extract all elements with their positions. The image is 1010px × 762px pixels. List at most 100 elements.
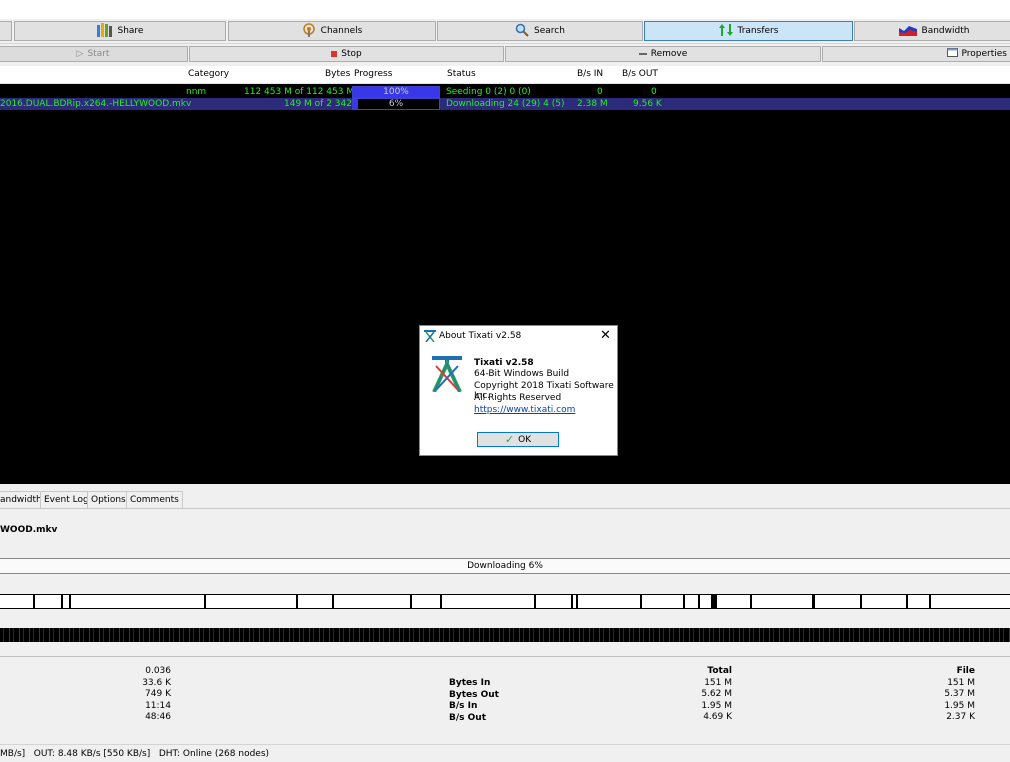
tixati-small-icon: [424, 330, 436, 345]
transfer-detail-panel: WOOD.mkv Downloading 6% 0.036 33.6 K 749…: [0, 508, 1010, 744]
stat-value: 0.036: [145, 666, 171, 676]
nav-search-button[interactable]: Search: [437, 21, 643, 41]
status-text: MB/s] OUT: 8.48 KB/s [550 KB/s] DHT: Onl…: [0, 749, 270, 759]
nav-share-button[interactable]: Share: [14, 21, 226, 41]
dialog-title: About Tixati v2.58: [439, 331, 522, 341]
transfer-action-bar: ▷ Start Stop Remove Properties: [0, 44, 1010, 64]
stat-value: 33.6 K: [142, 677, 171, 688]
divider: [0, 656, 1010, 657]
nav-bandwidth-label: Bandwidth: [921, 26, 970, 36]
download-progress-bar: Downloading 6%: [0, 558, 1010, 574]
status-bar: MB/s] OUT: 8.48 KB/s [550 KB/s] DHT: Onl…: [0, 744, 1010, 762]
tab-event-log[interactable]: Event Log: [40, 491, 93, 508]
nav-share-label: Share: [117, 26, 144, 36]
file-value: 2.37 K: [946, 712, 975, 723]
nav-transfers-button[interactable]: Transfers: [644, 21, 853, 41]
about-build: 64-Bit Windows Build: [474, 369, 570, 379]
nav-button-partial[interactable]: [0, 21, 12, 41]
start-label: Start: [87, 49, 110, 59]
dialog-title-bar: About Tixati v2.58 ✕: [420, 326, 617, 346]
properties-icon: [946, 48, 958, 60]
total-value: 4.69 K: [703, 712, 732, 723]
close-icon[interactable]: ✕: [600, 328, 611, 343]
tab-options[interactable]: Options: [87, 491, 130, 508]
ok-label: OK: [518, 434, 532, 445]
stat-label-bs-out: B/s Out: [449, 712, 486, 723]
stat-value: 11:14: [145, 700, 171, 711]
tab-bandwidth[interactable]: andwidth: [0, 491, 46, 508]
stat-label-bytes-out: Bytes Out: [449, 689, 499, 700]
nav-bandwidth-button[interactable]: Bandwidth: [854, 21, 1010, 41]
row-name: 2016.DUAL.BDRip.x264.-HELLYWOOD.mkv: [0, 99, 192, 109]
play-icon: ▷: [76, 49, 84, 59]
piece-map: [0, 594, 1010, 609]
piece-map-graphic: [33, 595, 931, 608]
stat-label-bs-in: B/s In: [449, 701, 478, 712]
file-value: 151 M: [947, 677, 975, 688]
remove-label: Remove: [650, 49, 688, 59]
file-column: File 151 M 5.37 M 1.95 M 2.37 K: [880, 666, 975, 724]
row-progress-bar: 100%: [352, 86, 440, 98]
row-bs-out: 0: [651, 87, 657, 97]
start-button[interactable]: ▷ Start: [0, 46, 188, 62]
tab-comments[interactable]: Comments: [126, 491, 183, 508]
download-progress-text: Downloading 6%: [467, 561, 543, 571]
total-column: Total 151 M 5.62 M 1.95 M 4.69 K: [620, 666, 732, 724]
transfers-table-header: Category Bytes Progress Status B/s IN B/…: [0, 66, 1010, 84]
col-status[interactable]: Status: [447, 69, 476, 79]
stat-labels: Bytes In Bytes Out B/s In B/s Out: [449, 678, 499, 724]
table-row[interactable]: nnm 112 453 M of 112 453 M 100% Seeding …: [0, 86, 1010, 98]
row-category: nnm: [186, 87, 207, 97]
tixati-logo-icon: [430, 356, 464, 395]
detail-tabs: andwidth Event Log Options Comments: [0, 491, 1010, 508]
nav-channels-button[interactable]: Channels: [228, 21, 436, 41]
left-stats: 0.036 33.6 K 749 K 11:14 48:46: [0, 666, 171, 724]
col-bs-in[interactable]: B/s IN: [577, 69, 603, 79]
about-product: Tixati v2.58: [474, 358, 534, 368]
properties-button[interactable]: Properties: [822, 46, 1010, 62]
stop-label: Stop: [341, 49, 362, 59]
properties-label: Properties: [961, 49, 1007, 59]
row-bs-in: 0: [597, 87, 603, 97]
total-value: 151 M: [704, 677, 732, 688]
about-url-link[interactable]: https://www.tixati.com: [474, 405, 575, 415]
col-bs-out[interactable]: B/s OUT: [622, 69, 658, 79]
file-value: 5.37 M: [944, 689, 975, 700]
stat-value: 749 K: [145, 689, 171, 700]
window-title-strip: [0, 0, 1010, 19]
total-value: 5.62 M: [701, 689, 732, 700]
transfer-arrows-icon: [718, 23, 733, 40]
about-rights: All Rights Reserved: [474, 393, 562, 403]
nav-channels-label: Channels: [320, 26, 363, 36]
stop-button[interactable]: Stop: [189, 46, 504, 62]
row-bs-out: 9.56 K: [633, 99, 662, 109]
stat-value: 48:46: [145, 712, 171, 723]
minus-icon: [638, 53, 647, 55]
books-icon: [96, 22, 113, 40]
ok-button[interactable]: ✓ OK: [477, 432, 559, 447]
total-value: 1.95 M: [701, 700, 732, 711]
progress-percent: 6%: [388, 99, 404, 109]
availability-map: [0, 628, 1010, 642]
progress-percent: 100%: [383, 87, 409, 97]
col-bytes[interactable]: Bytes: [325, 69, 350, 79]
bandwidth-graph-icon: [898, 24, 917, 39]
file-header: File: [956, 666, 975, 676]
table-row-selected[interactable]: 2016.DUAL.BDRip.x264.-HELLYWOOD.mkv 149 …: [0, 98, 1010, 110]
nav-search-label: Search: [534, 26, 565, 36]
antenna-icon: [302, 22, 316, 40]
row-bytes: 149 M of 2 342 M: [284, 99, 363, 109]
col-progress[interactable]: Progress: [354, 69, 392, 79]
row-bs-in: 2.38 M: [577, 99, 608, 109]
total-header: Total: [707, 666, 732, 676]
file-value: 1.95 M: [944, 700, 975, 711]
remove-button[interactable]: Remove: [505, 46, 821, 62]
stop-icon: [331, 51, 338, 57]
row-progress-bar: 6%: [352, 98, 440, 110]
row-status: Seeding 0 (2) 0 (0): [446, 87, 531, 97]
nav-transfers-label: Transfers: [737, 26, 779, 36]
about-dialog: About Tixati v2.58 ✕ Tixati v2.58 64-Bit…: [419, 325, 618, 456]
col-category[interactable]: Category: [188, 69, 229, 79]
magnifier-icon: [515, 23, 529, 40]
row-status: Downloading 24 (29) 4 (5): [446, 99, 565, 109]
